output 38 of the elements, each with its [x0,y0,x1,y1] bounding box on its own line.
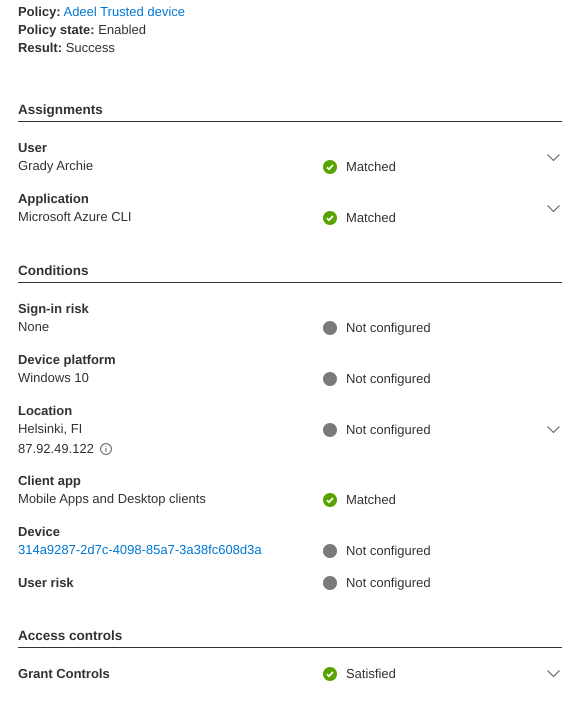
summary-line: Policy: Adeel Trusted device [18,3,186,21]
section-heading: Assignments [18,102,562,122]
row-label: User risk [18,574,75,592]
status-text: Matched [346,491,396,509]
status-text: Matched [346,209,396,227]
summary-line: Policy state: Enabled [18,21,147,39]
row-value: Windows 10 [18,369,89,387]
row-value: 87.92.49.122 [18,440,94,458]
row-label: User [18,139,48,157]
row-label: Device [18,523,61,541]
status-text: Matched [346,158,396,176]
status-text: Not configured [346,421,431,439]
row-value: Microsoft Azure CLI [18,208,132,226]
row-label: Grant Controls [18,665,111,683]
chevron-down-icon[interactable] [547,204,560,212]
row-value: Grady Archie [18,157,94,175]
value-link[interactable]: 314a9287-2d7c-4098-85a7-3a38fc608d3a [18,541,262,559]
row-label: Location [18,402,74,420]
section-heading: Access controls [18,628,562,648]
row-label: Device platform [18,351,117,369]
status-text: Not configured [346,542,431,560]
chevron-down-icon[interactable] [547,154,560,162]
row-value: None [18,318,50,336]
row-label: Application [18,190,90,208]
section-heading: Conditions [18,263,562,283]
row-value: Helsinki, FI [18,420,82,438]
chevron-down-icon[interactable] [547,426,560,434]
status-text: Not configured [346,370,431,388]
policy-link[interactable]: Adeel Trusted device [64,4,185,19]
chevron-down-icon[interactable] [547,670,560,678]
row-value: Mobile Apps and Desktop clients [18,490,206,508]
summary-line: Result: Success [18,39,116,57]
status-text: Not configured [346,574,431,592]
status-text: Not configured [346,319,431,337]
info-icon[interactable] [100,443,112,455]
row-label: Client app [18,472,82,490]
row-label: Sign-in risk [18,300,90,318]
status-text: Satisfied [346,665,396,683]
